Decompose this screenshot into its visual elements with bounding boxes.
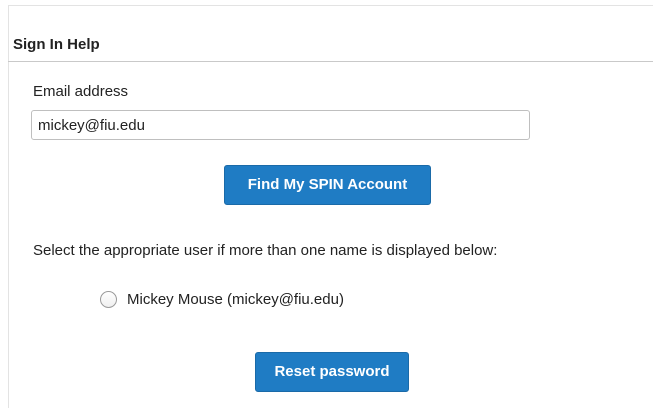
find-account-button[interactable]: Find My SPIN Account: [224, 165, 431, 205]
email-label: Email address: [33, 83, 129, 100]
email-field[interactable]: [31, 110, 530, 140]
user-option-row[interactable]: Mickey Mouse (mickey@fiu.edu): [100, 288, 344, 310]
section-title: Sign In Help: [13, 36, 100, 53]
user-option-label: Mickey Mouse (mickey@fiu.edu): [127, 290, 344, 308]
reset-password-button[interactable]: Reset password: [255, 352, 409, 392]
select-user-instruction: Select the appropriate user if more than…: [33, 242, 498, 259]
user-radio-button[interactable]: [100, 290, 117, 308]
top-divider: [8, 5, 653, 6]
panel-left-border: [8, 5, 9, 408]
section-divider: [8, 61, 653, 62]
